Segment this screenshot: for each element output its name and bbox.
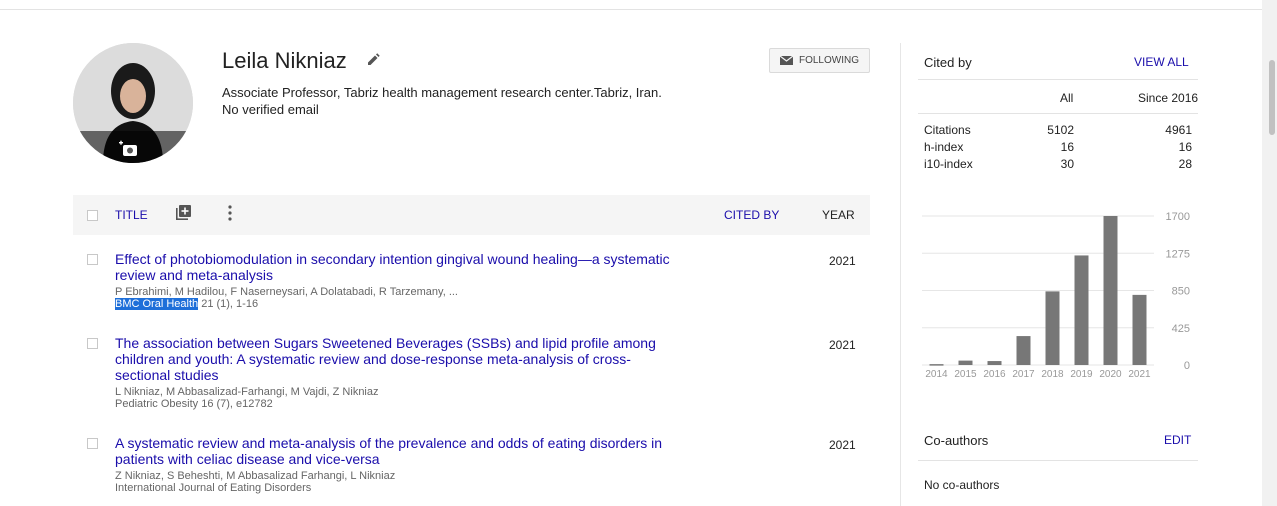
stat-label: i10-index	[924, 157, 973, 171]
article-checkbox[interactable]	[87, 338, 98, 349]
article-row: Effect of photobiomodulation in secondar…	[115, 251, 730, 310]
article-title[interactable]: The association between Sugars Sweetened…	[115, 335, 730, 383]
profile-name: Leila Nikniaz	[222, 48, 347, 73]
article-year: 2021	[829, 438, 856, 452]
stat-since-value: 28	[1178, 157, 1192, 171]
following-button[interactable]: FOLLOWING	[769, 48, 870, 73]
article-checkbox[interactable]	[87, 438, 98, 449]
cited-by-title: Cited by	[924, 55, 972, 70]
article-row: A systematic review and meta-analysis of…	[115, 435, 730, 494]
top-divider	[0, 9, 1262, 10]
coauthors-divider	[918, 460, 1198, 461]
stat-row-citations: Citations 5102 4961	[924, 123, 1192, 139]
add-article-icon[interactable]	[176, 205, 191, 220]
x-tick-label: 2021	[1128, 369, 1151, 380]
article-title-line[interactable]: patients with celiac disease and vice-ve…	[115, 451, 730, 467]
sort-by-title[interactable]: TITLE	[115, 208, 148, 222]
article-journal: Pediatric Obesity 16 (7), e12782	[115, 398, 273, 410]
x-tick-label: 2014	[925, 369, 948, 380]
y-tick-label: 425	[1172, 323, 1190, 335]
article-checkbox[interactable]	[87, 254, 98, 265]
stat-since-value: 16	[1178, 140, 1192, 154]
article-journal: BMC Oral Health 21 (1), 1-16	[115, 298, 730, 310]
chart-bar-2014[interactable]	[929, 364, 944, 366]
right-panel-divider	[900, 43, 901, 506]
article-journal-details: 21 (1), 1-16	[198, 298, 259, 310]
add-photo-icon[interactable]	[117, 139, 143, 159]
stat-all-value: 16	[1060, 140, 1074, 154]
chart-bar-2015[interactable]	[958, 360, 973, 365]
profile-affiliation: Associate Professor, Tabriz health manag…	[222, 85, 662, 100]
stat-label: Citations	[924, 123, 971, 137]
article-journal: International Journal of Eating Disorder…	[115, 482, 312, 494]
select-all-checkbox[interactable]	[87, 210, 98, 221]
cited-by-divider	[918, 79, 1198, 80]
x-tick-label: 2018	[1041, 369, 1064, 380]
stat-all-value: 5102	[1047, 123, 1074, 137]
article-year: 2021	[829, 338, 856, 352]
article-title-line[interactable]: review and meta-analysis	[115, 267, 730, 283]
article-authors: P Ebrahimi, M Hadilou, F Naserneysari, A…	[115, 286, 458, 298]
article-title-line[interactable]: sectional studies	[115, 367, 730, 383]
chart-bar-2016[interactable]	[987, 361, 1002, 365]
sort-by-year[interactable]: YEAR	[822, 208, 855, 222]
x-tick-label: 2016	[983, 369, 1006, 380]
chart-bar-2019[interactable]	[1074, 255, 1089, 365]
stat-label: h-index	[924, 140, 964, 154]
article-row: The association between Sugars Sweetened…	[115, 335, 730, 410]
x-tick-label: 2019	[1070, 369, 1093, 380]
stats-header-divider	[918, 113, 1198, 114]
citations-bar-chart: 0 425 850 1275 1700 2014 2015 2016 2017 2018 2019 2…	[922, 211, 1190, 380]
column-since-header: Since 2016	[1138, 91, 1199, 105]
article-authors: Z Nikniaz, S Beheshti, M Abbasalizad Far…	[115, 470, 396, 482]
x-tick-label: 2017	[1012, 369, 1035, 380]
stat-row-i10-index: i10-index 30 28	[924, 157, 1192, 173]
article-title[interactable]: A systematic review and meta-analysis of…	[115, 435, 730, 467]
column-all-header: All	[1060, 91, 1074, 105]
article-title-line[interactable]: Effect of photobiomodulation in secondar…	[115, 251, 730, 267]
y-tick-label: 1700	[1166, 211, 1190, 223]
article-title-line[interactable]: A systematic review and meta-analysis of…	[115, 435, 730, 451]
profile-email-status: No verified email	[222, 102, 319, 117]
stat-row-h-index: h-index 16 16	[924, 140, 1192, 156]
mail-icon	[779, 56, 793, 65]
scrollbar-thumb[interactable]	[1269, 60, 1275, 135]
article-authors: L Nikniaz, M Abbasalizad-Farhangi, M Vaj…	[115, 386, 379, 398]
selected-journal-text: BMC Oral Health	[115, 298, 199, 310]
following-label: FOLLOWING	[798, 55, 859, 66]
edit-pencil-icon[interactable]	[366, 53, 380, 67]
y-tick-label: 0	[1184, 360, 1190, 372]
article-title-line[interactable]: children and youth: A systematic review …	[115, 351, 730, 367]
chart-bar-2017[interactable]	[1016, 336, 1031, 365]
y-tick-label: 1275	[1166, 248, 1190, 260]
article-title-line[interactable]: The association between Sugars Sweetened…	[115, 335, 730, 351]
article-year: 2021	[829, 254, 856, 268]
x-tick-label: 2015	[954, 369, 977, 380]
stat-since-value: 4961	[1165, 123, 1192, 137]
x-tick-label: 2020	[1099, 369, 1122, 380]
y-tick-label: 850	[1172, 286, 1190, 298]
chart-bar-2021[interactable]	[1132, 294, 1147, 365]
no-coauthors-text: No co-authors	[924, 478, 1000, 492]
stat-all-value: 30	[1060, 157, 1074, 171]
view-all-link[interactable]: VIEW ALL	[1134, 55, 1189, 69]
sort-by-cited[interactable]: CITED BY	[724, 208, 779, 222]
chart-bar-2018[interactable]	[1045, 291, 1060, 365]
chart-bar-2020[interactable]	[1103, 216, 1118, 365]
more-options-icon[interactable]	[228, 205, 232, 221]
article-title[interactable]: Effect of photobiomodulation in secondar…	[115, 251, 730, 283]
coauthors-edit-link[interactable]: EDIT	[1164, 433, 1191, 447]
coauthors-title: Co-authors	[924, 433, 989, 448]
